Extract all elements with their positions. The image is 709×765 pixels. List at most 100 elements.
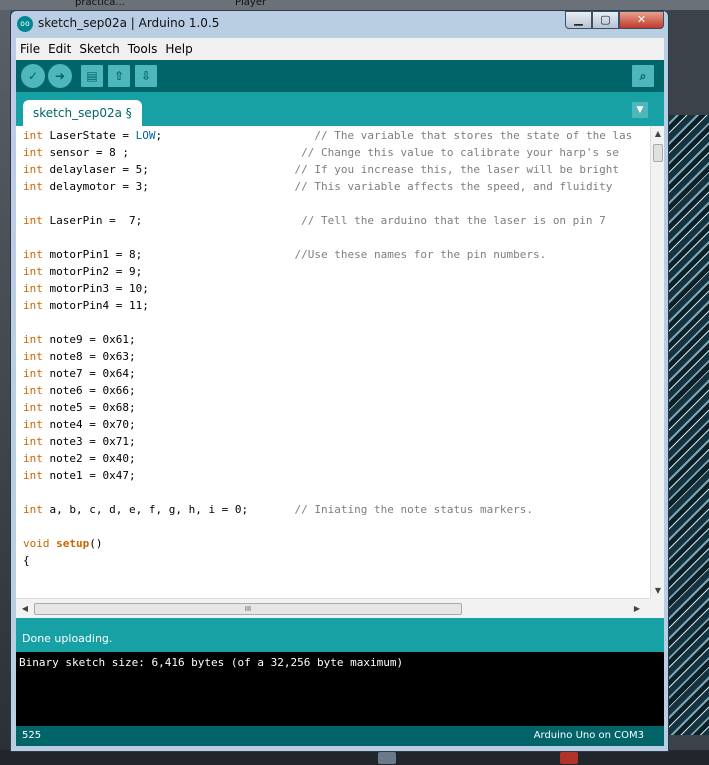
code-token: note8 = 0x63; [42, 350, 136, 363]
code-editor[interactable]: int LaserState = LOW; // The variable th… [16, 126, 664, 618]
code-token: motorPin2 = 9; [42, 265, 143, 278]
code-token: motorPin4 = 11; [42, 299, 149, 312]
code-token: note2 = 0x40; [42, 452, 136, 465]
menu-file[interactable]: File [20, 42, 40, 56]
status-footer: 525 Arduino Uno on COM3 [16, 726, 664, 746]
code-token: () [89, 537, 103, 550]
code-token: int [23, 146, 43, 159]
code-line[interactable]: int motorPin1 = 8; //Use these names for… [23, 246, 546, 263]
code-line[interactable]: int note9 = 0x61; [23, 331, 136, 348]
code-token: int [23, 452, 43, 465]
code-token: note7 = 0x64; [42, 367, 136, 380]
code-line[interactable]: int note1 = 0x47; [23, 467, 136, 484]
code-comment: //Use these names for the pin numbers. [294, 248, 547, 261]
scroll-right-icon[interactable]: ▶ [630, 604, 644, 613]
line-number: 525 [22, 730, 42, 741]
horizontal-scrollbar[interactable]: ◀ III ▶ [16, 598, 650, 618]
horizontal-scroll-thumb[interactable]: III [34, 603, 462, 615]
code-line[interactable]: int note6 = 0x66; [23, 382, 136, 399]
new-sketch-icon[interactable]: ▤ [81, 65, 103, 87]
scroll-left-icon[interactable]: ◀ [18, 604, 32, 613]
editor-console-divider[interactable] [16, 618, 664, 626]
tab-sketch[interactable]: sketch_sep02a § [23, 100, 142, 126]
code-token: int [23, 435, 43, 448]
code-token: int [23, 214, 43, 227]
code-token: int [23, 367, 43, 380]
close-button[interactable]: ✕ [619, 11, 664, 29]
desktop-wallpaper-art [668, 10, 709, 765]
code-line[interactable]: { [23, 552, 30, 569]
code-token: setup [56, 537, 90, 550]
vertical-scroll-thumb[interactable] [653, 144, 663, 162]
code-comment: // This variable affects the speed, and … [294, 180, 613, 193]
code-token: int [23, 350, 43, 363]
code-token: delaymotor = 3; [42, 180, 295, 193]
arduino-window: oo sketch_sep02a | Arduino 1.0.5 ▁ ▢ ✕ F… [10, 10, 669, 752]
code-token: delaylaser = 5; [42, 163, 295, 176]
code-comment: // Iniating the note status markers. [294, 503, 533, 516]
code-token: sensor = 8 ; [42, 146, 302, 159]
code-line[interactable]: int note7 = 0x64; [23, 365, 136, 382]
code-token: int [23, 469, 43, 482]
code-token: note1 = 0x47; [42, 469, 136, 482]
code-token: int [23, 180, 43, 193]
code-line[interactable]: void setup() [23, 535, 103, 552]
code-line[interactable]: int delaylaser = 5; // If you increase t… [23, 161, 619, 178]
code-token: int [23, 384, 43, 397]
code-token: int [23, 163, 43, 176]
menu-tools[interactable]: Tools [128, 42, 158, 56]
code-token: int [23, 265, 43, 278]
scroll-down-icon[interactable]: ▼ [651, 586, 665, 595]
serial-monitor-icon[interactable]: ⌕ [632, 65, 654, 87]
code-line[interactable]: int note3 = 0x71; [23, 433, 136, 450]
scroll-up-icon[interactable]: ▲ [651, 129, 665, 138]
menu-sketch[interactable]: Sketch [79, 42, 119, 56]
open-sketch-icon[interactable]: ⇧ [108, 65, 130, 87]
code-line[interactable]: int note2 = 0x40; [23, 450, 136, 467]
code-token: note9 = 0x61; [42, 333, 136, 346]
maximize-button[interactable]: ▢ [592, 11, 619, 29]
code-token: int [23, 401, 43, 414]
desktop-left-edge [0, 10, 10, 765]
code-token: LOW [135, 129, 156, 142]
code-line[interactable]: int motorPin4 = 11; [23, 297, 149, 314]
code-token: int [23, 282, 43, 295]
code-token: ; [155, 129, 315, 142]
code-text-area[interactable]: int LaserState = LOW; // The variable th… [16, 126, 650, 598]
code-comment: // Change this value to calibrate your h… [301, 146, 620, 159]
code-token: note6 = 0x66; [42, 384, 136, 397]
code-line[interactable]: int motorPin3 = 10; [23, 280, 149, 297]
code-token: int [23, 333, 43, 346]
code-line[interactable]: int note4 = 0x70; [23, 416, 136, 433]
minimize-button[interactable]: ▁ [565, 11, 592, 29]
code-token: note4 = 0x70; [42, 418, 136, 431]
code-line[interactable]: int LaserState = LOW; // The variable th… [23, 127, 632, 144]
tab-menu-chevron-down-icon[interactable]: ▼ [632, 102, 648, 118]
code-line[interactable]: int a, b, c, d, e, f, g, h, i = 0; // In… [23, 501, 533, 518]
arduino-logo-icon: oo [17, 16, 33, 32]
code-line[interactable]: int note5 = 0x68; [23, 399, 136, 416]
code-line[interactable]: int delaymotor = 3; // This variable aff… [23, 178, 612, 195]
code-token: LaserState = [42, 129, 136, 142]
code-line[interactable]: int motorPin2 = 9; [23, 263, 142, 280]
desktop-label: practica... [75, 0, 125, 8]
code-token: int [23, 248, 43, 261]
code-line[interactable]: int sensor = 8 ; // Change this value to… [23, 144, 619, 161]
code-token: motorPin3 = 10; [42, 282, 149, 295]
upload-icon[interactable]: ➜ [48, 64, 72, 88]
vertical-scrollbar[interactable]: ▲ ▼ [650, 126, 664, 598]
code-line[interactable]: int note8 = 0x63; [23, 348, 136, 365]
board-port-label: Arduino Uno on COM3 [533, 730, 644, 741]
code-token: int [23, 299, 43, 312]
save-sketch-icon[interactable]: ⇩ [135, 65, 157, 87]
taskbar-app-icon[interactable] [378, 752, 396, 764]
code-token: int [23, 418, 43, 431]
menu-help[interactable]: Help [165, 42, 192, 56]
code-token: motorPin1 = 8; [42, 248, 295, 261]
verify-icon[interactable]: ✓ [21, 64, 45, 88]
code-line[interactable]: int LaserPin = 7; // Tell the arduino th… [23, 212, 606, 229]
menu-edit[interactable]: Edit [48, 42, 71, 56]
code-token: LaserPin = 7; [42, 214, 302, 227]
title-bar[interactable]: oo sketch_sep02a | Arduino 1.0.5 ▁ ▢ ✕ [11, 11, 668, 37]
taskbar-app-icon[interactable] [560, 752, 578, 764]
